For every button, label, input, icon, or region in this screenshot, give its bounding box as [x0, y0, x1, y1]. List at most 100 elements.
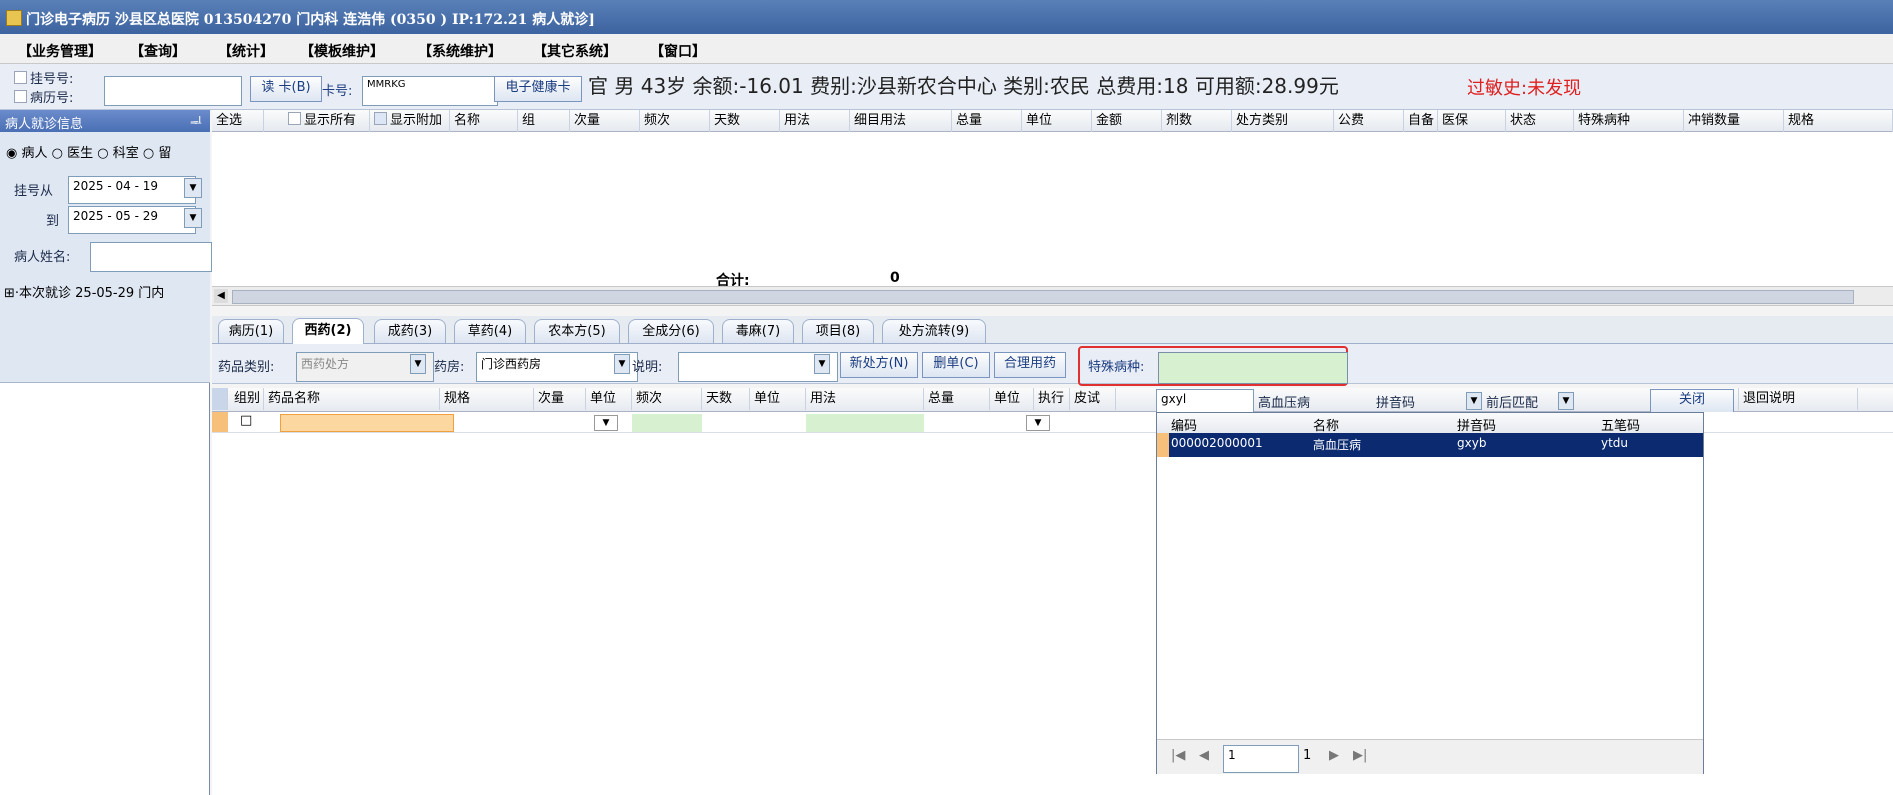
usage-cell[interactable]: [806, 414, 924, 432]
to-date[interactable]: 2025 - 05 - 29: [68, 206, 196, 234]
page-input[interactable]: 1: [1223, 745, 1299, 773]
row-checkbox[interactable]: □: [240, 413, 252, 428]
allergy-status: 过敏史:未发现: [1467, 78, 1582, 99]
record-no-checkbox[interactable]: [14, 90, 27, 103]
patient-name-input[interactable]: [90, 242, 212, 272]
horizontal-scrollbar[interactable]: ◀: [212, 286, 1893, 306]
lookup-col-wubi: 五笔码: [1601, 419, 1641, 434]
visit-tree-item[interactable]: ⊞·本次就诊 25-05-29 门内: [4, 282, 164, 301]
rational-drug-button[interactable]: 合理用药: [994, 352, 1066, 378]
reg-from-dropdown-icon[interactable]: ▼: [184, 178, 202, 198]
lookup-mode-dropdown-icon[interactable]: ▼: [1466, 392, 1482, 410]
pharmacy-dropdown-icon[interactable]: ▼: [614, 354, 630, 374]
pin-icon[interactable]: ᆗ: [190, 112, 202, 131]
column-header: 名称: [450, 110, 518, 132]
column-header: 次量: [570, 110, 640, 132]
tab-medical-record[interactable]: 病历(1): [218, 319, 284, 343]
reg-no-checkbox[interactable]: [14, 71, 27, 84]
show-extra-toggle[interactable]: 显示附加: [370, 110, 450, 132]
read-card-button[interactable]: 读 卡(B): [250, 76, 322, 102]
delete-prescription-button[interactable]: 删单(C): [922, 352, 990, 378]
scroll-thumb[interactable]: [232, 290, 1854, 304]
select-all-header[interactable]: 全选: [212, 110, 264, 132]
patient-summary: 官 男 43岁 余额:-16.01 费别:沙县新农合中心 类别:农民 总费用:1…: [588, 74, 1339, 98]
lookup-match[interactable]: 前后匹配: [1486, 392, 1538, 411]
tab-items[interactable]: 项目(8): [802, 319, 874, 343]
lookup-row-selected[interactable]: 000002000001 高血压病 gxyb ytdu: [1157, 433, 1703, 457]
record-no-input[interactable]: [104, 76, 242, 106]
drug-name-cell[interactable]: [280, 414, 454, 432]
tab-herbal-medicine[interactable]: 草药(4): [454, 319, 526, 343]
reg-no-label: 挂号号:: [14, 68, 73, 87]
scroll-left-icon[interactable]: ◀: [214, 289, 228, 303]
radio-doctor[interactable]: ○ 医生: [52, 146, 94, 161]
show-all-toggle[interactable]: 显示所有: [284, 110, 370, 132]
column-header: 单位: [1022, 110, 1092, 132]
card-no-input[interactable]: MMRKG: [362, 76, 498, 106]
record-no-label: 病历号:: [14, 87, 73, 106]
menu-query[interactable]: 【查询】: [130, 41, 186, 61]
tab-farm-formula[interactable]: 农本方(5): [534, 319, 620, 343]
menu-window[interactable]: 【窗口】: [650, 41, 706, 61]
lookup-col-name: 名称: [1313, 419, 1340, 434]
lookup-col-code: 编码: [1171, 419, 1198, 434]
menu-business[interactable]: 【业务管理】: [18, 41, 102, 61]
lookup-cell-wubi: ytdu: [1601, 436, 1629, 450]
lookup-row-indicator: [1157, 433, 1169, 457]
radio-patient[interactable]: ◉ 病人: [6, 146, 48, 161]
menu-statistics[interactable]: 【统计】: [218, 41, 274, 61]
prescription-toolbar: 药品类别: 西药处方 ▼ 药房: 门诊西药房 ▼ 说明: ▼ 新处方(N) 删单…: [212, 344, 1893, 386]
note-dropdown-icon[interactable]: ▼: [814, 354, 830, 374]
menu-template[interactable]: 【模板维护】: [300, 41, 384, 61]
unit-dropdown-icon[interactable]: ▼: [1026, 415, 1050, 431]
column-header: 状态: [1506, 110, 1574, 132]
menu-bar: 【业务管理】 【查询】 【统计】 【模板维护】 【系统维护】 【其它系统】 【窗…: [0, 34, 1893, 64]
tab-narcotic[interactable]: 毒麻(7): [722, 319, 794, 343]
reg-from-date[interactable]: 2025 - 04 - 19: [68, 176, 196, 204]
drug-type-dropdown-icon[interactable]: ▼: [410, 354, 426, 374]
radio-stay[interactable]: ○ 留: [143, 146, 172, 161]
tab-rx-transfer[interactable]: 处方流转(9): [882, 319, 986, 343]
to-date-dropdown-icon[interactable]: ▼: [184, 208, 202, 228]
window-title: 门诊电子病历 沙县区总医院 013504270 门内科 连浩伟 (0350 ) …: [26, 12, 595, 28]
column-header: 单位: [990, 388, 1034, 410]
page-total: 1: [1303, 748, 1312, 763]
lookup-cell-name: 高血压病: [1313, 438, 1362, 452]
column-header: 组: [518, 110, 570, 132]
top-grid-header: 全选 显示所有 显示附加 名称 组 次量 频次 天数 用法 细目用法 总量 单位…: [212, 110, 1893, 132]
next-page-icon[interactable]: ▶: [1329, 748, 1339, 763]
column-header: 执行: [1034, 388, 1070, 410]
special-disease-input[interactable]: [1158, 352, 1348, 384]
frequency-cell[interactable]: [632, 414, 702, 432]
lookup-mode[interactable]: 拼音码: [1376, 392, 1415, 411]
column-header: 次量: [534, 388, 586, 410]
last-page-icon[interactable]: ▶|: [1353, 748, 1367, 763]
menu-other[interactable]: 【其它系统】: [533, 41, 617, 61]
column-header: 单位: [586, 388, 632, 410]
lookup-close-button[interactable]: 关闭: [1650, 389, 1734, 413]
menu-system[interactable]: 【系统维护】: [418, 41, 502, 61]
lookup-cell-pinyin: gxyb: [1457, 436, 1487, 450]
radio-department[interactable]: ○ 科室: [97, 146, 139, 161]
unit-dropdown-icon[interactable]: ▼: [594, 415, 618, 431]
tab-patent-medicine[interactable]: 成药(3): [374, 319, 446, 343]
tab-western-medicine[interactable]: 西药(2): [292, 318, 364, 344]
patient-info-bar: 挂号号: 病历号: 读 卡(B) 卡号: MMRKG 电子健康卡 官 男 43岁…: [0, 64, 1893, 110]
total-value: 0: [890, 270, 900, 286]
pharmacy-label: 药房:: [434, 360, 465, 375]
column-header: 组别: [230, 388, 264, 410]
note-label: 说明:: [632, 360, 663, 375]
column-header: 总量: [924, 388, 990, 410]
tab-full-ingredient[interactable]: 全成分(6): [628, 319, 714, 343]
lookup-col-pinyin: 拼音码: [1457, 419, 1497, 434]
new-prescription-button[interactable]: 新处方(N): [840, 352, 918, 378]
lookup-popup: 编码 名称 拼音码 五笔码 000002000001 高血压病 gxyb ytd…: [1156, 412, 1704, 774]
lookup-selected-name: 高血压病: [1258, 396, 1311, 411]
title-bar: 门诊电子病历 沙县区总医院 013504270 门内科 连浩伟 (0350 ) …: [0, 0, 1893, 34]
left-panel: 病人就诊信息 ᆗ ◉ 病人 ○ 医生 ○ 科室 ○ 留 挂号从 2025 - 0…: [0, 110, 212, 795]
lookup-match-dropdown-icon[interactable]: ▼: [1558, 392, 1574, 410]
first-page-icon[interactable]: |◀: [1171, 748, 1185, 763]
prev-page-icon[interactable]: ◀: [1199, 748, 1209, 763]
health-card-button[interactable]: 电子健康卡: [494, 76, 582, 102]
column-header: 单位: [750, 388, 806, 410]
